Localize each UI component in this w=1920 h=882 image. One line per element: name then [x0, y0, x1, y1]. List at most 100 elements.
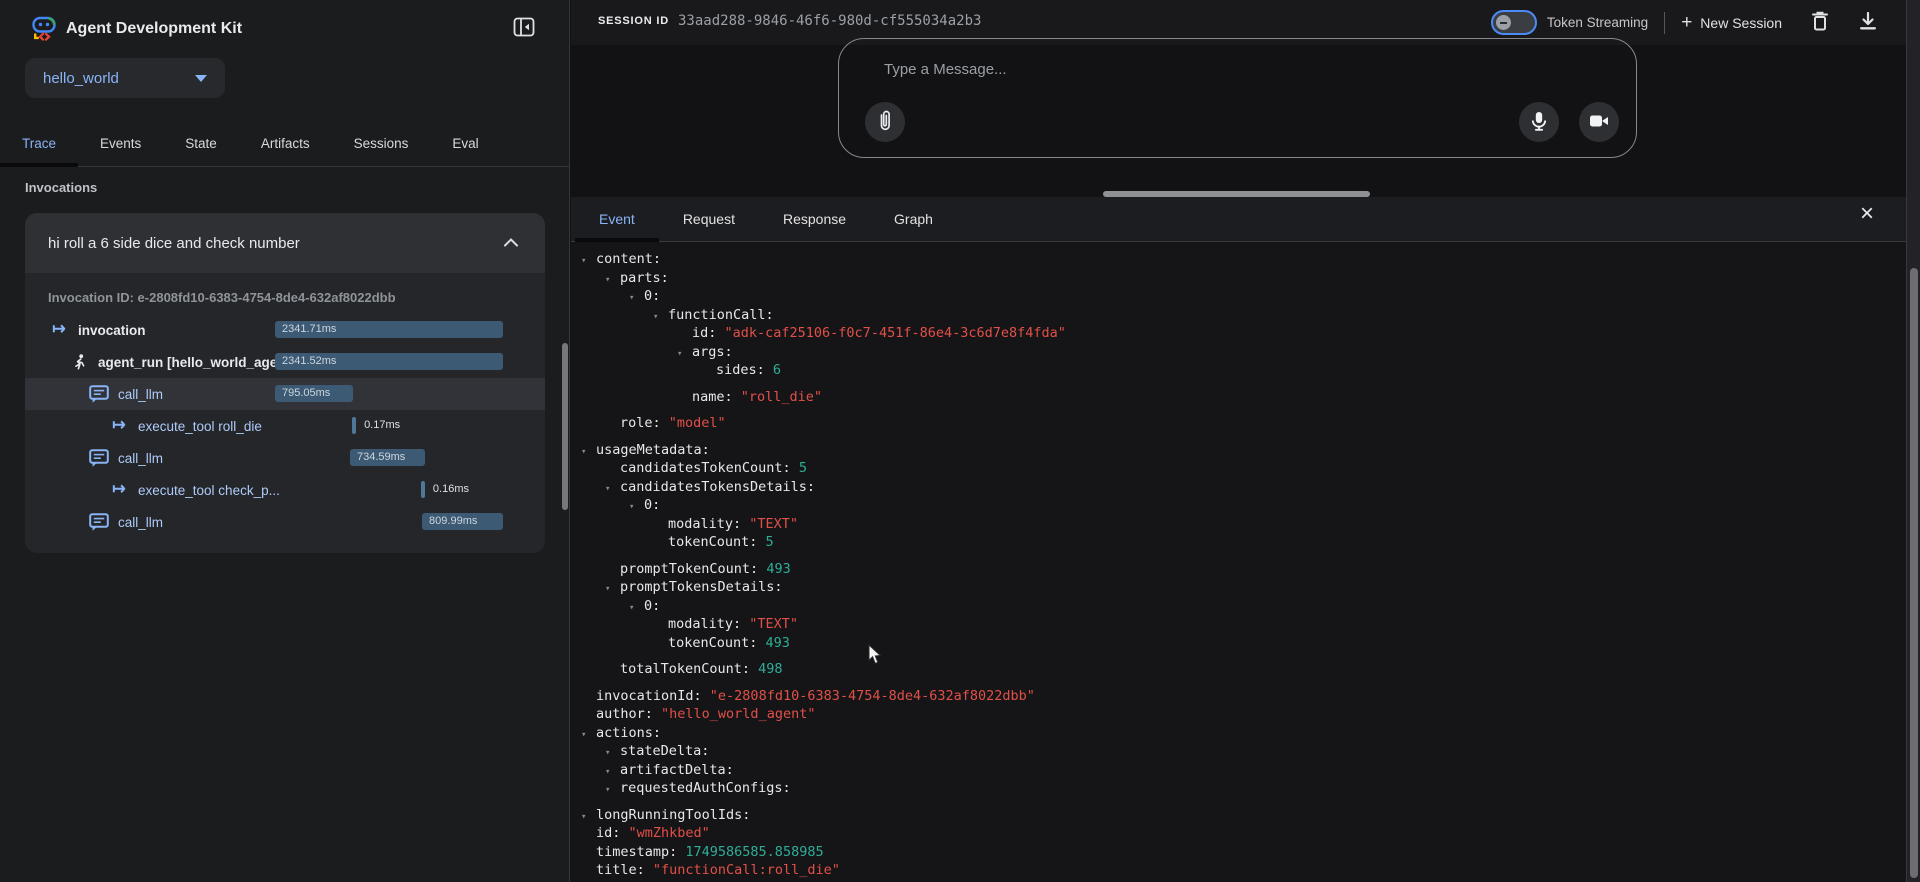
sidebar-tab-events[interactable]: Events — [78, 121, 163, 166]
json-key: tokenCount: — [668, 635, 766, 651]
json-value: 5 — [799, 460, 807, 476]
collapse-triangle-icon[interactable]: ▾ — [581, 443, 596, 462]
sidebar-scrollbar-thumb[interactable] — [562, 343, 568, 510]
event-json-tree: ▾content:▾parts:▾0:▾functionCall:id: "ad… — [571, 243, 1906, 882]
json-key: requestedAuthConfigs: — [620, 780, 791, 796]
collapse-triangle-icon[interactable]: ▾ — [581, 726, 596, 745]
json-line: ▾0: — [571, 496, 1906, 515]
sidebar-tab-sessions[interactable]: Sessions — [332, 121, 431, 166]
sidebar-tab-trace[interactable]: Trace — [0, 121, 78, 166]
collapse-sidebar-button[interactable] — [511, 15, 537, 41]
invocations-section-title: Invocations — [25, 180, 97, 195]
duration-bar: 734.59ms — [350, 449, 425, 466]
span-label: agent_run [hello_world_agent] — [98, 355, 295, 370]
span-timeline: 0.17ms — [275, 417, 503, 435]
json-key: longRunningToolIds: — [596, 807, 750, 823]
enter-arrow-icon: ↦ — [108, 482, 130, 498]
json-key: id: — [692, 325, 725, 341]
json-line: ▾0: — [571, 287, 1906, 306]
json-value: 493 — [766, 561, 790, 577]
trace-span-row[interactable]: call_llm795.05ms — [25, 378, 545, 410]
span-label: call_llm — [118, 451, 163, 466]
vertical-divider — [1664, 12, 1665, 34]
detail-tab-graph[interactable]: Graph — [870, 197, 957, 241]
page-scrollbar-thumb[interactable] — [1910, 268, 1918, 878]
span-label: call_llm — [118, 515, 163, 530]
running-person-icon — [68, 354, 90, 371]
collapse-triangle-icon[interactable]: ▾ — [629, 498, 644, 517]
sidebar-tab-artifacts[interactable]: Artifacts — [239, 121, 332, 166]
json-key: totalTokenCount: — [620, 661, 758, 677]
chevron-up-icon — [503, 234, 519, 252]
page-scrollbar-track — [1906, 0, 1920, 882]
json-line: ▾actions: — [571, 724, 1906, 743]
invocation-title: hi roll a 6 side dice and check number — [48, 235, 300, 252]
trace-span-row[interactable]: agent_run [hello_world_agent]2341.52ms — [25, 346, 545, 378]
sidebar-tab-state[interactable]: State — [163, 121, 239, 166]
json-line: promptTokenCount: 493 — [571, 560, 1906, 579]
new-session-button[interactable]: + New Session — [1681, 13, 1782, 32]
collapse-triangle-icon[interactable]: ▾ — [605, 480, 620, 499]
collapse-triangle-icon[interactable]: ▾ — [629, 289, 644, 308]
collapse-triangle-icon[interactable]: ▾ — [653, 308, 668, 327]
delete-session-button[interactable] — [1810, 10, 1830, 35]
collapse-triangle-icon[interactable]: ▾ — [605, 271, 620, 290]
invocation-id: Invocation ID: e-2808fd10-6383-4754-8de4… — [48, 290, 545, 305]
event-detail-panel: EventRequestResponseGraph × ▾content:▾pa… — [571, 197, 1906, 882]
trash-icon — [1810, 10, 1830, 35]
app-title: Agent Development Kit — [66, 20, 242, 38]
json-key: 0: — [644, 288, 660, 304]
json-key: modality: — [668, 516, 749, 532]
json-line: tokenCount: 493 — [571, 634, 1906, 653]
detail-tab-bar: EventRequestResponseGraph — [571, 197, 1906, 242]
json-key: 0: — [644, 598, 660, 614]
plus-icon: + — [1681, 13, 1692, 32]
trace-span-row[interactable]: ↦execute_tool check_p...0.16ms — [25, 474, 545, 506]
span-timeline: 2341.52ms — [275, 353, 503, 371]
collapse-triangle-icon[interactable]: ▾ — [581, 252, 596, 271]
span-timeline: 2341.71ms — [275, 321, 503, 339]
duration-bar: 795.05ms — [275, 385, 353, 402]
json-line: role: "model" — [571, 414, 1906, 433]
chat-bubble-icon — [88, 385, 110, 404]
session-id-label: SESSION ID — [598, 15, 669, 27]
json-value: "model" — [669, 415, 726, 431]
sidebar-tab-eval[interactable]: Eval — [430, 121, 500, 166]
json-key: content: — [596, 251, 661, 267]
json-line: ▾usageMetadata: — [571, 441, 1906, 460]
json-key: promptTokenCount: — [620, 561, 766, 577]
trace-span-row[interactable]: call_llm809.99ms — [25, 506, 545, 538]
export-session-button[interactable] — [1858, 11, 1878, 34]
detail-tab-response[interactable]: Response — [759, 197, 870, 241]
collapse-triangle-icon[interactable]: ▾ — [629, 599, 644, 618]
token-streaming-toggle[interactable] — [1491, 10, 1537, 35]
duration-tick — [352, 417, 356, 434]
span-timeline: 0.16ms — [275, 481, 503, 499]
new-session-label: New Session — [1700, 15, 1782, 31]
collapse-triangle-icon[interactable]: ▾ — [605, 744, 620, 763]
message-input[interactable] — [884, 61, 1484, 78]
trace-span-row[interactable]: ↦execute_tool roll_die0.17ms — [25, 410, 545, 442]
invocation-card-header[interactable]: hi roll a 6 side dice and check number — [25, 213, 545, 273]
collapse-triangle-icon[interactable]: ▾ — [677, 345, 692, 364]
json-key: functionCall: — [668, 307, 774, 323]
video-camera-button[interactable] — [1579, 102, 1619, 142]
close-panel-button[interactable]: × — [1860, 202, 1874, 226]
app-select-value: hello_world — [43, 70, 119, 87]
detail-tab-request[interactable]: Request — [659, 197, 759, 241]
json-line: ▾promptTokensDetails: — [571, 578, 1906, 597]
attach-file-button[interactable] — [865, 102, 905, 142]
detail-tab-event[interactable]: Event — [575, 197, 659, 241]
json-value: "TEXT" — [749, 616, 798, 632]
json-key: parts: — [620, 270, 669, 286]
collapse-triangle-icon[interactable]: ▾ — [605, 580, 620, 599]
trace-span-row[interactable]: ↦invocation2341.71ms — [25, 314, 545, 346]
json-line: modality: "TEXT" — [571, 615, 1906, 634]
trace-span-row[interactable]: call_llm 734.59ms — [25, 442, 545, 474]
microphone-button[interactable] — [1519, 102, 1559, 142]
collapse-triangle-icon[interactable]: ▾ — [605, 781, 620, 800]
json-value: 5 — [766, 534, 774, 550]
app-select-dropdown[interactable]: hello_world — [25, 58, 225, 98]
adk-web-app: Agent Development Kit hello_world TraceE… — [0, 0, 1920, 882]
sidebar-tab-bar: TraceEventsStateArtifactsSessionsEval — [0, 121, 569, 167]
